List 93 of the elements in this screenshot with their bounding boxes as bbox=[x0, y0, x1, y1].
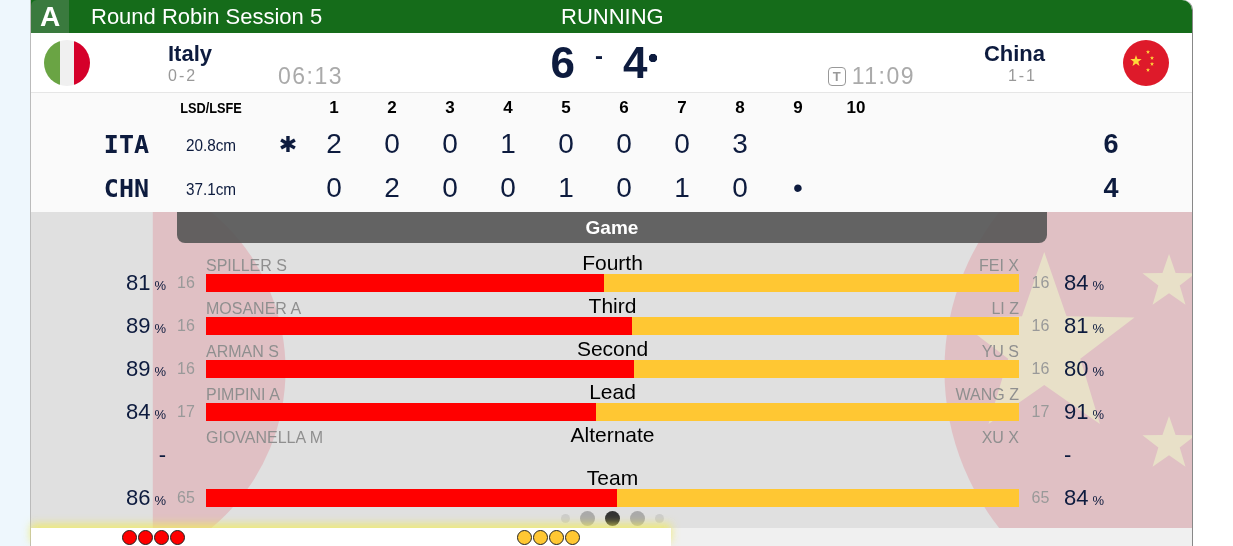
player-name: FEI X bbox=[979, 258, 1019, 274]
end-score: 0 bbox=[558, 128, 574, 159]
position-label: Second bbox=[576, 337, 649, 361]
end-score: 0 bbox=[326, 172, 342, 203]
game-status: RUNNING bbox=[561, 3, 664, 30]
session-title: Round Robin Session 5 bbox=[91, 3, 323, 30]
end-score: 0 bbox=[500, 172, 516, 203]
position-label: Third bbox=[588, 294, 637, 318]
player-name: YU S bbox=[981, 344, 1019, 360]
shot-percentage: 81 % bbox=[1064, 312, 1105, 339]
end-score: 2 bbox=[384, 172, 400, 203]
position-label: Team bbox=[586, 466, 639, 490]
shot-percentage: 80 % bbox=[1064, 355, 1105, 382]
team-code: ITA bbox=[102, 129, 150, 159]
sheet-badge: A bbox=[31, 0, 69, 33]
end-number: 1 bbox=[328, 97, 340, 118]
shot-percentage: 84 % bbox=[1064, 269, 1105, 296]
player-name: WANG Z bbox=[955, 387, 1019, 403]
end-score: 2 bbox=[326, 128, 342, 159]
shot-percentage: 81 % bbox=[125, 269, 166, 296]
end-score: 0 bbox=[674, 128, 690, 159]
hammer-mark: ✱ bbox=[278, 131, 298, 157]
shot-count: 16 bbox=[177, 273, 195, 292]
timeout-icon: T bbox=[827, 67, 846, 86]
shot-count: 16 bbox=[1031, 359, 1050, 378]
shot-percentage: - bbox=[158, 441, 166, 468]
end-score: 1 bbox=[674, 172, 690, 203]
player-name: LI Z bbox=[991, 301, 1019, 317]
team-code: CHN bbox=[102, 173, 150, 203]
player-name: GIOVANELLA M bbox=[206, 430, 324, 446]
shot-count: 17 bbox=[177, 402, 195, 421]
section-header: Game bbox=[177, 212, 1047, 243]
end-score: • bbox=[793, 172, 803, 203]
shot-count: 16 bbox=[177, 359, 195, 378]
end-score: 0 bbox=[732, 172, 748, 203]
player-name: MOSANER A bbox=[206, 301, 302, 317]
end-number: 5 bbox=[560, 97, 572, 118]
total-score: 4 bbox=[1102, 172, 1120, 204]
end-number: 3 bbox=[444, 97, 456, 118]
shot-count: 16 bbox=[1031, 316, 1050, 335]
shot-percentage: 89 % bbox=[125, 312, 166, 339]
shot-count: 16 bbox=[1031, 273, 1050, 292]
team-record: 1-1 bbox=[1007, 66, 1037, 85]
total-score: 6 bbox=[1102, 128, 1120, 160]
position-label: Alternate bbox=[570, 423, 655, 447]
page-dot[interactable] bbox=[605, 511, 620, 526]
end-score: 0 bbox=[442, 172, 458, 203]
end-number: 9 bbox=[792, 97, 804, 118]
player-name: ARMAN S bbox=[206, 344, 279, 360]
end-number: 8 bbox=[734, 97, 746, 118]
shot-percentage: 84 % bbox=[125, 398, 166, 425]
end-score: 1 bbox=[500, 128, 516, 159]
team-name: Italy bbox=[168, 40, 214, 67]
team-name: China bbox=[983, 40, 1045, 67]
page-dot[interactable] bbox=[655, 514, 664, 523]
team-record: 0-2 bbox=[168, 66, 199, 85]
thinking-time: 06:13 bbox=[278, 63, 344, 90]
score-separator: - bbox=[594, 41, 603, 70]
shot-percentage: 89 % bbox=[125, 355, 166, 382]
page-dot[interactable] bbox=[561, 514, 570, 523]
end-score: 3 bbox=[732, 128, 748, 159]
shot-percentage: 86 % bbox=[125, 484, 166, 511]
end-number: 6 bbox=[618, 97, 630, 118]
shot-percentage: - bbox=[1064, 441, 1072, 468]
player-name: XU X bbox=[981, 430, 1019, 446]
end-number: 7 bbox=[676, 97, 688, 118]
shot-count: 17 bbox=[1031, 402, 1050, 421]
end-score: 0 bbox=[384, 128, 400, 159]
shot-count: 16 bbox=[177, 316, 195, 335]
shot-count: 65 bbox=[1031, 488, 1050, 507]
player-name: SPILLER S bbox=[206, 258, 287, 274]
end-score: 1 bbox=[558, 172, 574, 203]
end-number: 4 bbox=[502, 97, 514, 118]
thinking-time: 11:09 bbox=[851, 63, 915, 90]
flag-icon bbox=[44, 39, 90, 86]
lsd-distance: 20.8cm bbox=[184, 136, 238, 156]
end-number: 2 bbox=[386, 97, 398, 118]
team-score: 6 bbox=[550, 37, 576, 88]
lsd-distance: 37.1cm bbox=[184, 180, 238, 200]
flag-icon bbox=[1123, 39, 1169, 86]
end-score: 0 bbox=[442, 128, 458, 159]
column-header: LSD/LSFE bbox=[179, 99, 243, 116]
page-dot[interactable] bbox=[580, 511, 595, 526]
end-score: 0 bbox=[616, 172, 632, 203]
page-dot[interactable] bbox=[630, 511, 645, 526]
shot-count: 65 bbox=[177, 488, 195, 507]
shot-percentage: 84 % bbox=[1064, 484, 1105, 511]
end-score: 0 bbox=[616, 128, 632, 159]
position-label: Lead bbox=[589, 380, 636, 404]
end-number: 10 bbox=[845, 97, 867, 118]
player-name: PIMPINI A bbox=[206, 387, 280, 403]
position-label: Fourth bbox=[582, 251, 643, 275]
shot-percentage: 91 % bbox=[1064, 398, 1105, 425]
